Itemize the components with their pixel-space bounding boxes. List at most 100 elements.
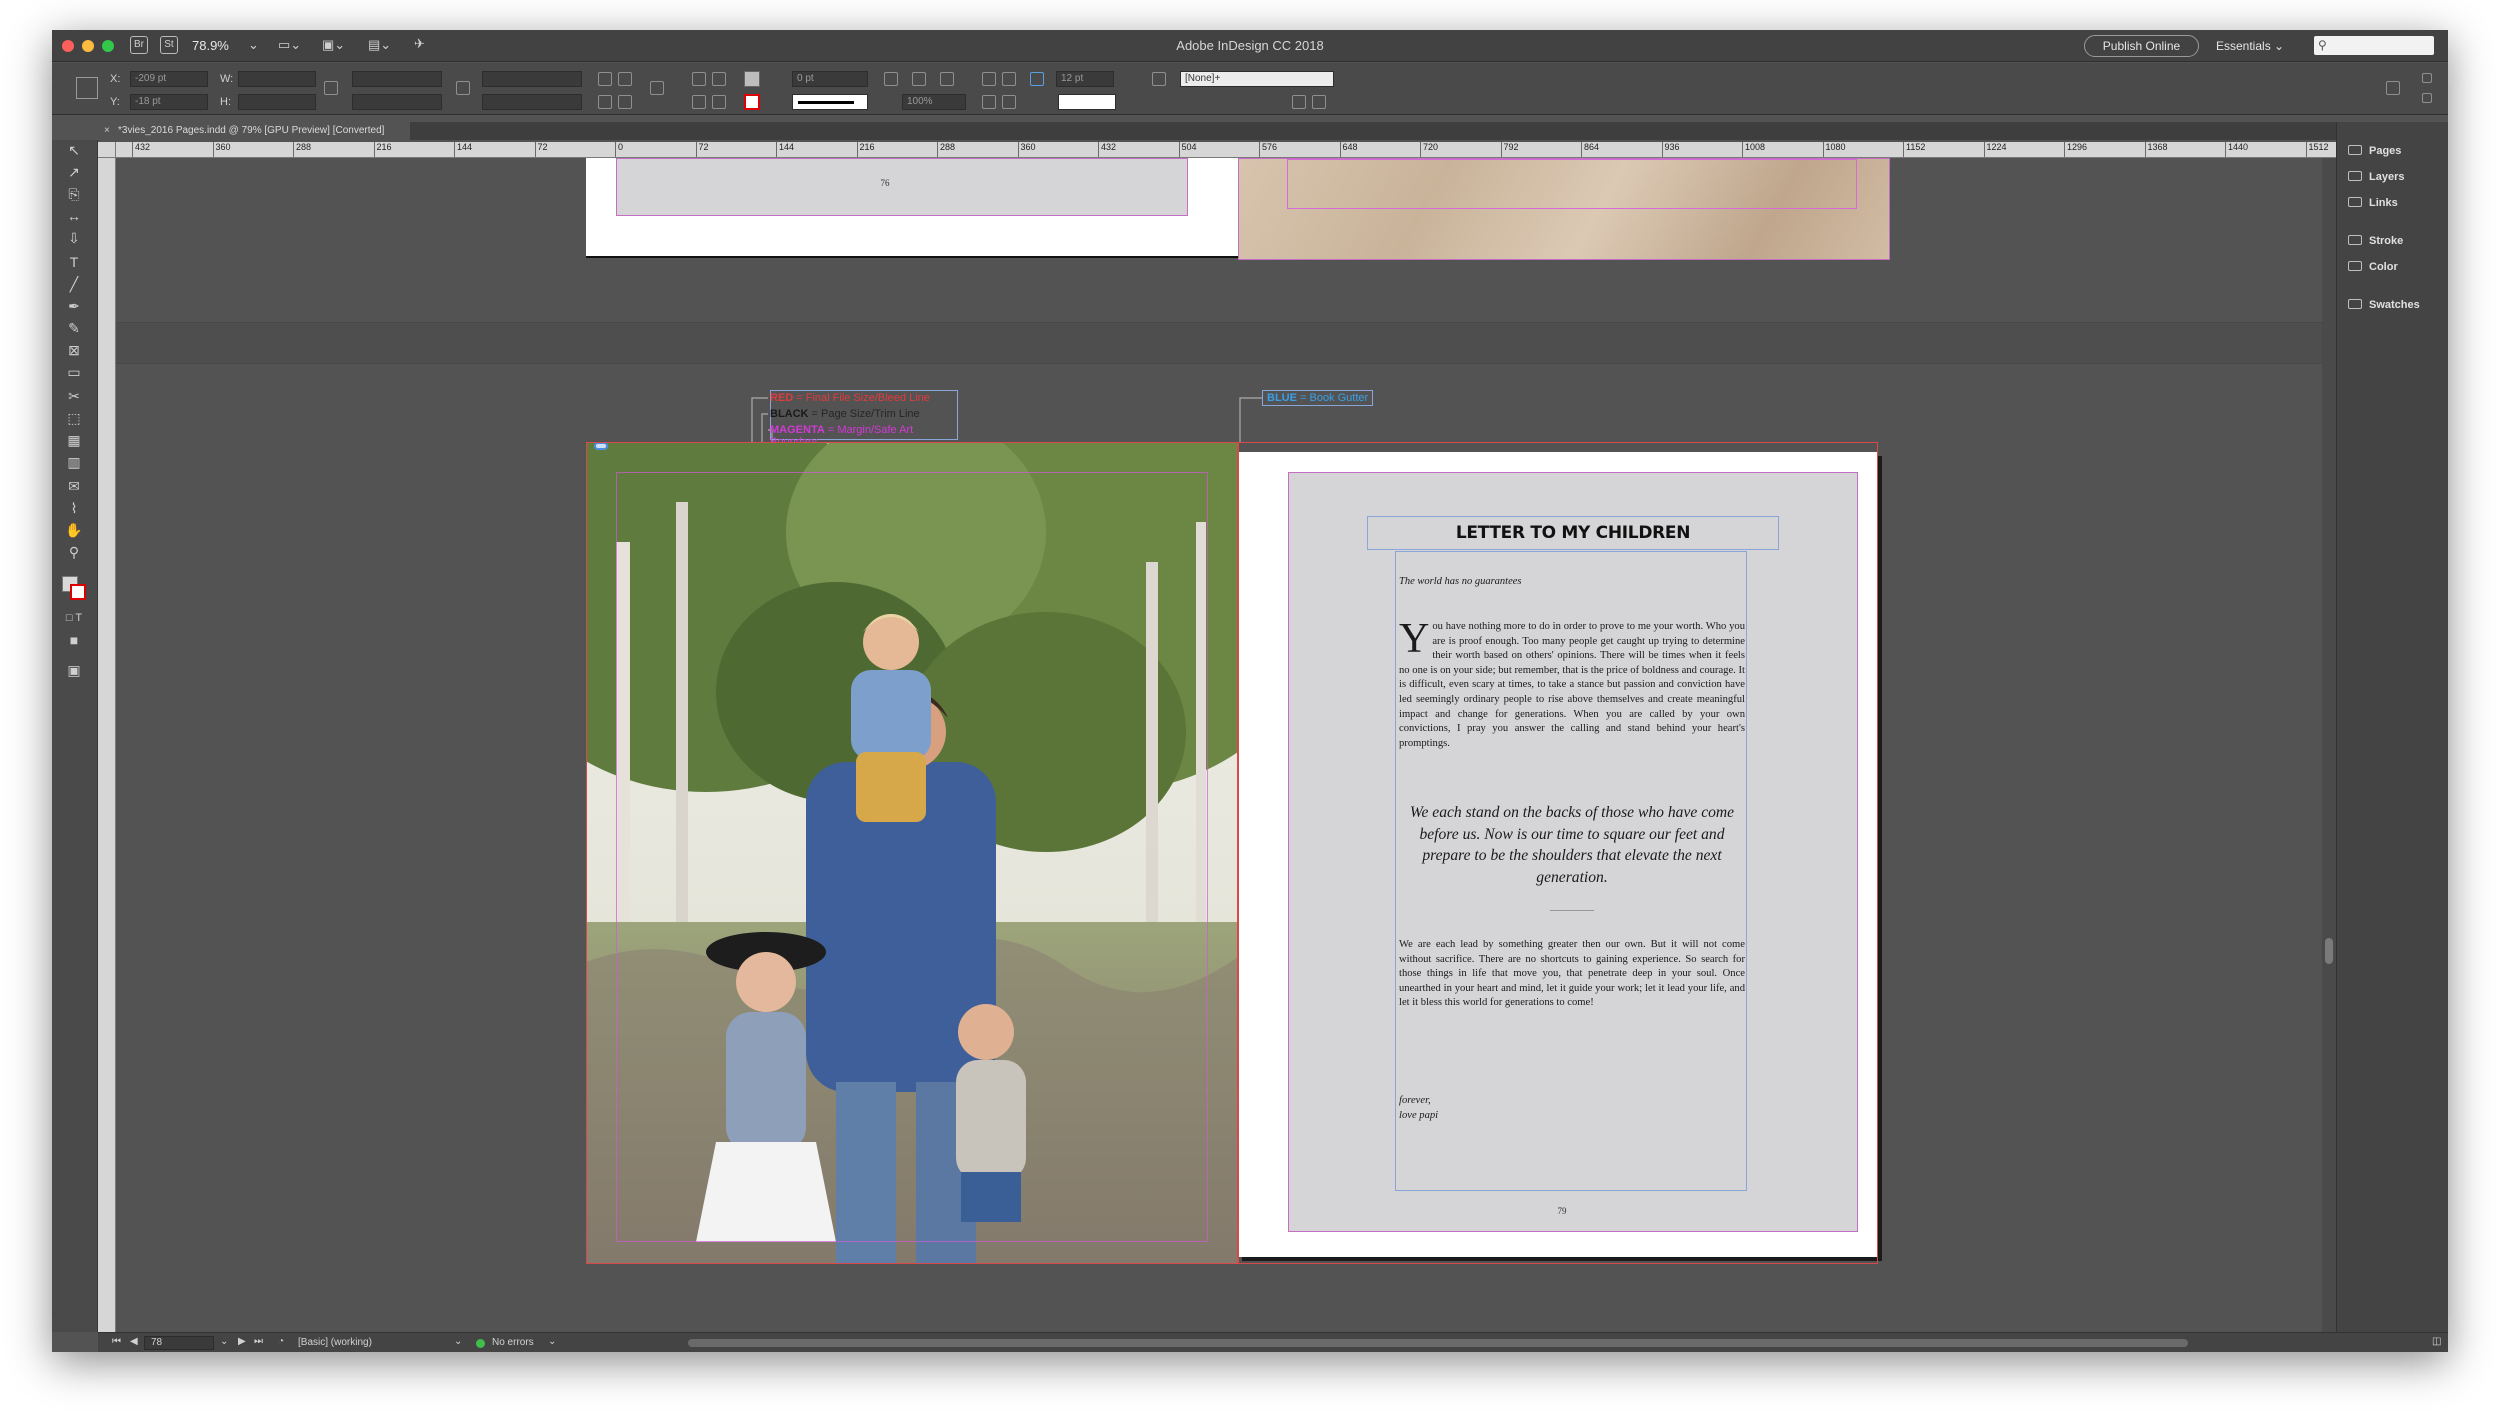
gap-field[interactable]: 12 pt (1056, 71, 1114, 87)
vertical-scrollbar[interactable] (2322, 158, 2336, 1332)
distribute-icon[interactable] (1002, 95, 1016, 109)
errors-chevron-down-icon[interactable]: ⌄ (548, 1336, 556, 1347)
constrain-scale-icon[interactable] (456, 81, 470, 95)
fill-swatch[interactable] (744, 71, 760, 87)
page-tool-icon[interactable]: ⎘ (63, 184, 85, 204)
vertical-scroll-thumb[interactable] (2325, 938, 2333, 964)
w-field[interactable] (238, 71, 316, 87)
free-transform-tool-icon[interactable]: ⬚ (63, 408, 85, 428)
rectangle-tool-icon[interactable]: ▭ (63, 362, 85, 382)
direct-selection-tool-icon[interactable]: ↗ (63, 162, 85, 182)
type-tool-icon[interactable]: T (63, 252, 85, 272)
gradient-swatch-field[interactable] (1058, 94, 1116, 110)
quick-apply-icon[interactable] (1312, 95, 1326, 109)
rotation-field[interactable] (482, 71, 582, 87)
preflight-profile[interactable]: [Basic] (working) (298, 1337, 372, 1348)
select-previous-icon[interactable] (692, 95, 706, 109)
x-field[interactable]: -209 pt (130, 71, 208, 87)
letter-title[interactable]: LETTER TO MY CHILDREN (1367, 516, 1779, 550)
effects-icon[interactable] (940, 72, 954, 86)
flip-horizontal-icon[interactable] (598, 95, 612, 109)
gap-tool-icon[interactable]: ↔ (63, 206, 85, 226)
flip-vertical-icon[interactable] (618, 95, 632, 109)
split-window-icon[interactable]: ◫ (2432, 1336, 2441, 1347)
next-page-icon[interactable]: ▶ (238, 1336, 246, 1347)
scissors-tool-icon[interactable]: ✂ (63, 386, 85, 406)
scale-x-field[interactable] (352, 71, 442, 87)
panel-pages[interactable]: Pages (2348, 142, 2401, 160)
panel-color[interactable]: Color (2348, 258, 2398, 276)
shear-field[interactable] (482, 94, 582, 110)
frame-fit-icon[interactable] (884, 72, 898, 86)
line-tool-icon[interactable]: ╱ (63, 274, 85, 294)
stroke-color-swatch[interactable] (70, 584, 86, 600)
formatting-affects-container-icon[interactable]: □ T (63, 608, 85, 628)
panel-swatches[interactable]: Swatches (2348, 296, 2420, 314)
panel-settings-icon[interactable] (2422, 73, 2432, 83)
scale-y-field[interactable] (352, 94, 442, 110)
panel-links[interactable]: Links (2348, 194, 2398, 212)
clear-overrides-icon[interactable] (1292, 95, 1306, 109)
eyedropper-tool-icon[interactable]: ⌇ (63, 498, 85, 518)
pencil-tool-icon[interactable]: ✎ (63, 318, 85, 338)
hand-tool-icon[interactable]: ✋ (63, 520, 85, 540)
previous-page-icon[interactable]: ◀ (130, 1336, 138, 1347)
content-collector-icon[interactable]: ⇩ (63, 228, 85, 248)
ruler-origin[interactable] (98, 142, 116, 158)
stroke-type-select[interactable] (792, 94, 868, 110)
error-status[interactable]: No errors (492, 1337, 534, 1348)
constrain-proportions-icon[interactable] (324, 81, 338, 95)
frame-link-icon[interactable] (594, 442, 608, 450)
ruler-tick-label: 72 (534, 142, 548, 157)
select-next-icon[interactable] (712, 95, 726, 109)
rotate-ccw-icon[interactable] (618, 72, 632, 86)
page-menu-chevron-icon[interactable]: ⌄ (220, 1336, 228, 1347)
align-center-icon[interactable] (1002, 72, 1016, 86)
vertical-ruler[interactable] (98, 158, 116, 1332)
align-left-icon[interactable] (982, 72, 996, 86)
horizontal-ruler[interactable]: 432 360 288 216 144 72 0 72 144 216 288 360 432 504 57… (116, 142, 2378, 158)
zoom-tool-icon[interactable]: ⚲ (63, 542, 85, 562)
family-photo-frame[interactable] (586, 442, 1238, 1264)
profile-chevron-down-icon[interactable]: ⌄ (454, 1336, 462, 1347)
object-style-icon[interactable] (1152, 72, 1166, 86)
h-field[interactable] (238, 94, 316, 110)
panel-stroke[interactable]: Stroke (2348, 232, 2403, 250)
close-tab-icon[interactable]: × (104, 122, 110, 140)
auto-fit-icon[interactable] (1030, 72, 1044, 86)
first-page-icon[interactable]: ⏮ (112, 1336, 121, 1347)
lightning-icon[interactable] (2386, 81, 2400, 95)
pen-tool-icon[interactable]: ✒ (63, 296, 85, 316)
document-tab[interactable]: × *3vies_2016 Pages.indd @ 79% [GPU Prev… (98, 122, 410, 140)
panel-layers[interactable]: Layers (2348, 168, 2404, 186)
stroke-swatch[interactable] (744, 94, 760, 110)
panel-menu-icon[interactable] (2422, 93, 2432, 103)
object-style-select[interactable]: [None]+ (1180, 71, 1334, 87)
apply-color-icon[interactable]: ■ (63, 630, 85, 650)
page-77-wood-image[interactable] (1238, 158, 1890, 260)
rectangle-frame-tool-icon[interactable]: ⊠ (63, 340, 85, 360)
preflight-icon[interactable]: ◔ (278, 1336, 284, 1347)
p-icon[interactable] (650, 81, 664, 95)
horizontal-scroll-thumb[interactable] (688, 1339, 2188, 1347)
search-input[interactable]: ⚲ (2314, 36, 2434, 55)
workspace-switcher[interactable]: Essentials ⌄ (2216, 39, 2284, 53)
wrap-icon[interactable] (982, 95, 996, 109)
page-number-field[interactable]: 78 (144, 1336, 214, 1350)
selection-tool-icon[interactable]: ↖ (63, 140, 85, 160)
note-tool-icon[interactable]: ✉ (63, 476, 85, 496)
ruler-tick-label: 216 (373, 142, 392, 157)
rotate-cw-icon[interactable] (598, 72, 612, 86)
screen-mode-tool-icon[interactable]: ▣ (63, 660, 85, 680)
select-content-icon[interactable] (712, 72, 726, 86)
publish-online-button[interactable]: Publish Online (2084, 35, 2199, 57)
stroke-weight-field[interactable]: 0 pt (792, 71, 868, 87)
y-field[interactable]: -18 pt (130, 94, 208, 110)
gradient-swatch-tool-icon[interactable]: ▦ (63, 430, 85, 450)
gradient-feather-tool-icon[interactable]: ▥ (63, 452, 85, 472)
opacity-field[interactable]: 100% (902, 94, 966, 110)
select-container-icon[interactable] (692, 72, 706, 86)
reference-point-icon[interactable] (76, 77, 98, 99)
drop-shadow-icon[interactable] (912, 72, 926, 86)
last-page-icon[interactable]: ⏭ (254, 1336, 263, 1347)
